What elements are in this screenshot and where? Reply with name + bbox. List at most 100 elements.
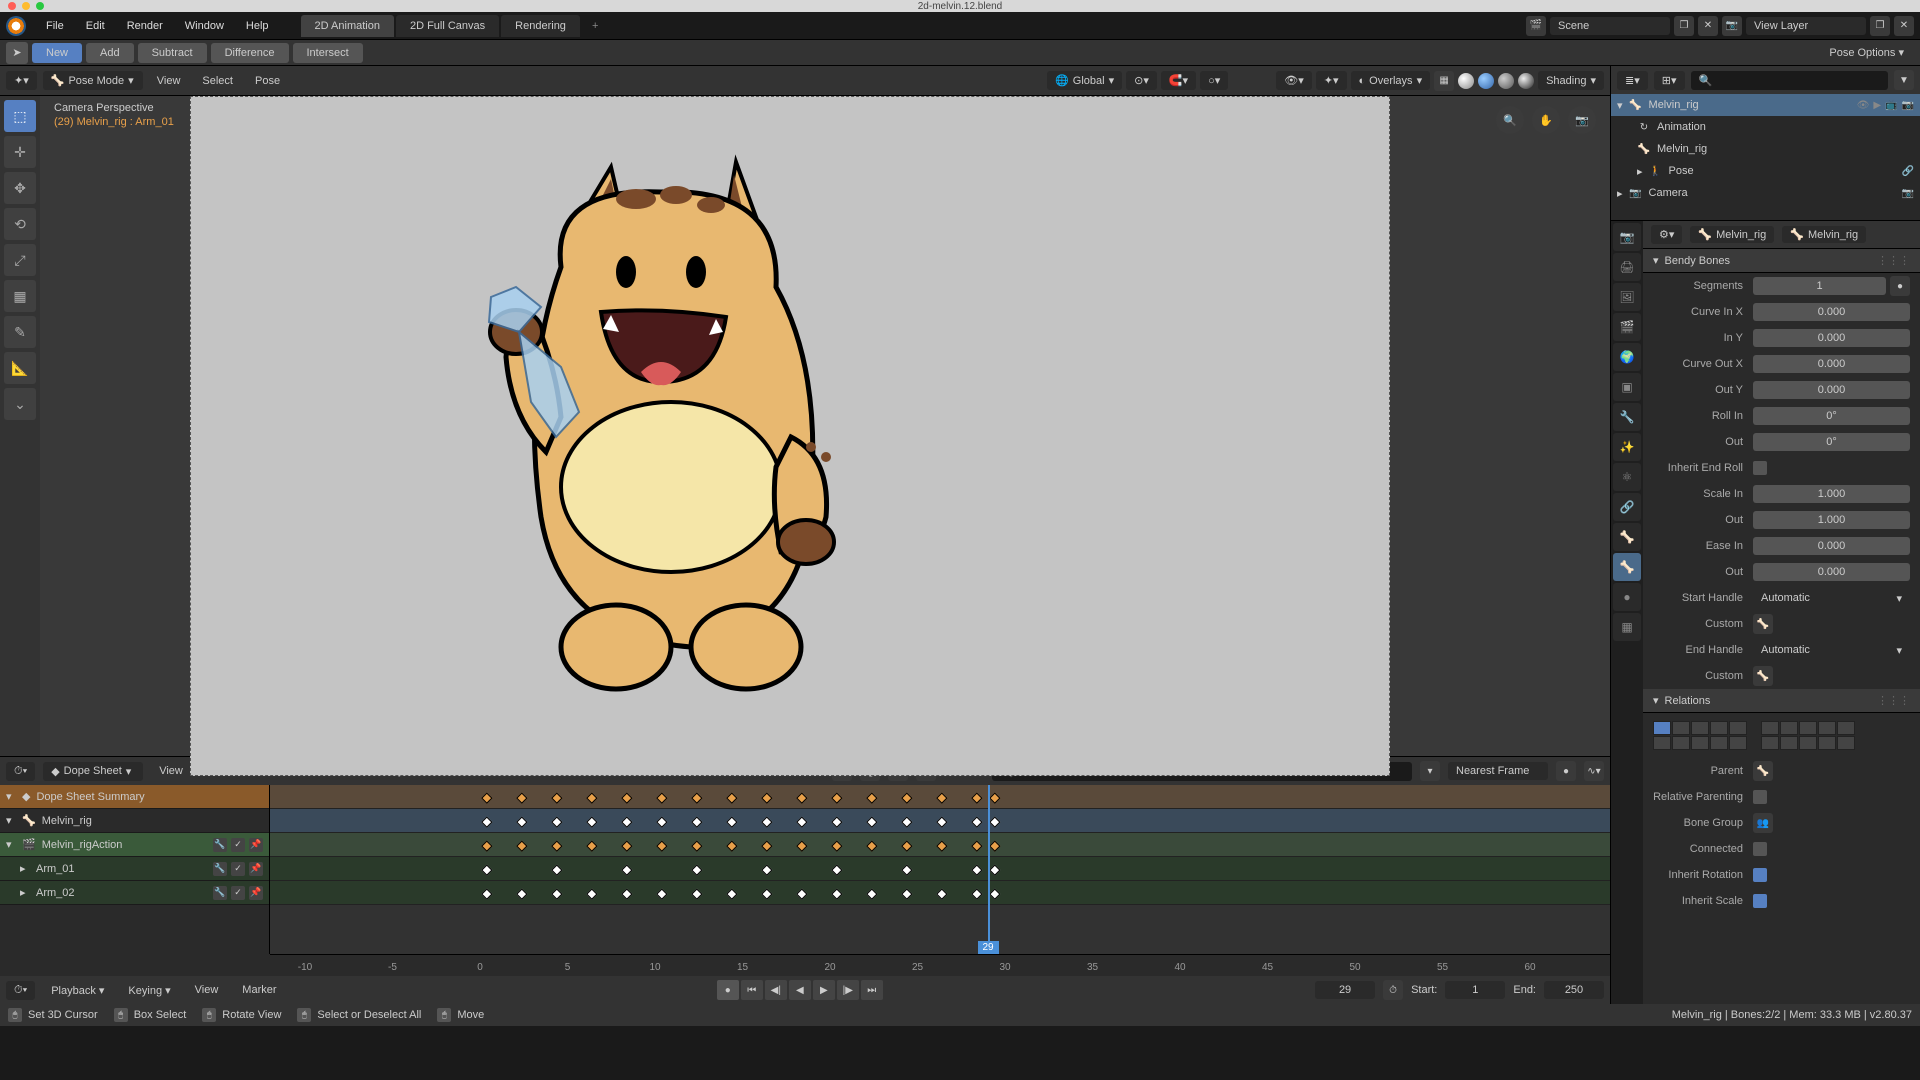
tab-2d-full-canvas[interactable]: 2D Full Canvas [396,15,499,37]
outliner-melvin-rig[interactable]: ▾🦴Melvin_rig👁▶📺📷 [1611,94,1920,116]
ds-obj-row[interactable]: ▾🦴Melvin_rig [0,809,269,833]
viewlayer-new-icon[interactable]: ❐ [1870,16,1890,36]
bendy-bones-panel-header[interactable]: ▾Bendy Bones⋮⋮⋮ [1643,249,1920,273]
ds-autokey-icon[interactable]: ● [1556,761,1576,781]
menu-file[interactable]: File [36,16,74,36]
proportional-dropdown[interactable]: ○▾ [1200,71,1228,90]
proptab-constraint-icon[interactable]: 🔗 [1613,493,1641,521]
outliner-editor-icon[interactable]: ≣▾ [1617,71,1648,90]
playback-menu[interactable]: Playback ▾ [43,980,112,1001]
cursor-select-icon[interactable]: ▶ [1873,100,1881,111]
rollout-field[interactable]: 0° [1753,433,1910,451]
ds-prop-icon[interactable]: ∿▾ [1584,761,1604,781]
autokeying-icon[interactable]: ● [717,980,739,1000]
viewlayer-delete-icon[interactable]: ✕ [1894,16,1914,36]
wrench-icon[interactable]: 🔧 [213,886,227,900]
ds-menu-view[interactable]: View [151,761,191,781]
keyframe-next-icon[interactable]: |▶ [837,980,859,1000]
select-box-tool-icon[interactable]: ⬚ [4,100,36,132]
scale-tool-icon[interactable]: ⤢ [4,244,36,276]
play-reverse-icon[interactable]: ◀ [789,980,811,1000]
solid-shading-icon[interactable] [1478,73,1494,89]
keying-menu[interactable]: Keying ▾ [120,980,178,1001]
tab-2d-animation[interactable]: 2D Animation [301,15,394,37]
proptab-texture-icon[interactable]: ▦ [1613,613,1641,641]
custom2-bone-icon[interactable]: 🦴 [1753,666,1773,686]
cursor-tool-icon[interactable]: ✛ [4,136,36,168]
outliner-pose[interactable]: ▸🚶Pose🔗 [1611,160,1920,182]
outliner-search[interactable]: 🔍 [1691,71,1889,90]
curveinx-field[interactable]: 0.000 [1753,303,1910,321]
wireframe-shading-icon[interactable] [1458,73,1474,89]
proptab-output-icon[interactable]: 🖨 [1613,253,1641,281]
render-vis-icon[interactable]: 📷 [1902,100,1914,111]
custom1-bone-icon[interactable]: 🦴 [1753,614,1773,634]
menu-render[interactable]: Render [117,16,173,36]
subtract-button[interactable]: Subtract [138,43,207,63]
relations-panel-header[interactable]: ▾Relations⋮⋮⋮ [1643,689,1920,713]
timer-icon[interactable]: ⏱ [1383,980,1403,1000]
breakdowner-tool-icon[interactable]: ⌄ [4,388,36,420]
annotate-tool-icon[interactable]: ✎ [4,316,36,348]
curveoutx-field[interactable]: 0.000 [1753,355,1910,373]
proptab-armature-icon[interactable]: 🦴 [1613,523,1641,551]
intersect-button[interactable]: Intersect [293,43,363,63]
outliner-display-icon[interactable]: ⊞▾ [1654,71,1685,90]
parent-bone-icon[interactable]: 🦴 [1753,761,1773,781]
keyframe-prev-icon[interactable]: ◀| [765,980,787,1000]
rendered-shading-icon[interactable] [1518,73,1534,89]
measure-tool-icon[interactable]: 📐 [4,352,36,384]
endhandle-dropdown[interactable]: Automatic▾ [1753,641,1910,660]
scene-new-icon[interactable]: ❐ [1674,16,1694,36]
shading-dropdown[interactable]: Shading ▾ [1538,71,1604,90]
outliner-mesh[interactable]: 🦴Melvin_rig [1611,138,1920,160]
easeout-field[interactable]: 0.000 [1753,563,1910,581]
visibility-dropdown[interactable]: 👁▾ [1276,71,1312,90]
breadcrumb-bone[interactable]: 🦴 Melvin_rig [1782,226,1866,243]
proptab-scene-icon[interactable]: 🎬 [1613,313,1641,341]
scalein-field[interactable]: 1.000 [1753,485,1910,503]
pivot-dropdown[interactable]: ⊙▾ [1126,71,1157,90]
connected-checkbox[interactable] [1753,842,1767,856]
bone-layers[interactable] [1643,713,1920,758]
wrench-icon[interactable]: 🔧 [213,862,227,876]
proptab-material-icon[interactable]: ● [1613,583,1641,611]
ds-nearest-frame[interactable]: Nearest Frame [1448,762,1548,780]
wrench-icon[interactable]: 🔧 [213,838,227,852]
easein-field[interactable]: 0.000 [1753,537,1910,555]
iny-field[interactable]: 0.000 [1753,329,1910,347]
orientation-dropdown[interactable]: 🌐 Global ▾ [1047,71,1122,90]
pin-icon[interactable]: 📌 [249,886,263,900]
props-editor-icon[interactable]: ⚙▾ [1651,225,1682,244]
outliner-animation[interactable]: ↻Animation [1611,116,1920,138]
inheritrot-checkbox[interactable] [1753,868,1767,882]
viewport-menu-select[interactable]: Select [194,71,241,91]
viewport-menu-view[interactable]: View [149,71,189,91]
camera-gizmo-icon[interactable]: 📷 [1568,106,1596,134]
add-button[interactable]: Add [86,43,134,63]
playbar-marker-menu[interactable]: Marker [234,980,284,1000]
editor-type-icon[interactable]: ✦▾ [6,71,37,90]
xray-icon[interactable]: ▦ [1434,71,1454,91]
proptab-world-icon[interactable]: 🌍 [1613,343,1641,371]
camera-obj-icon[interactable]: 📷 [1902,188,1914,199]
new-button[interactable]: New [32,43,82,63]
jump-end-icon[interactable]: ⏭ [861,980,883,1000]
close-icon[interactable] [8,2,16,10]
menu-edit[interactable]: Edit [76,16,115,36]
viewlayer-icon[interactable]: 📷 [1722,16,1742,36]
jump-start-icon[interactable]: ⏮ [741,980,763,1000]
menu-help[interactable]: Help [236,16,279,36]
difference-button[interactable]: Difference [211,43,289,63]
timeline-editor-icon[interactable]: ⏱▾ [6,981,35,1000]
pin-icon[interactable]: 📌 [249,838,263,852]
starthandle-dropdown[interactable]: Automatic▾ [1753,589,1910,608]
inheritscale-checkbox[interactable] [1753,894,1767,908]
gizmo-dropdown[interactable]: ✦▾ [1316,71,1347,90]
check-icon[interactable]: ✓ [231,886,245,900]
proptab-particle-icon[interactable]: ✨ [1613,433,1641,461]
anim-dot-icon[interactable]: ● [1890,276,1910,296]
proptab-render-icon[interactable]: 📷 [1613,223,1641,251]
check-icon[interactable]: ✓ [231,862,245,876]
traffic-lights[interactable] [8,2,44,10]
